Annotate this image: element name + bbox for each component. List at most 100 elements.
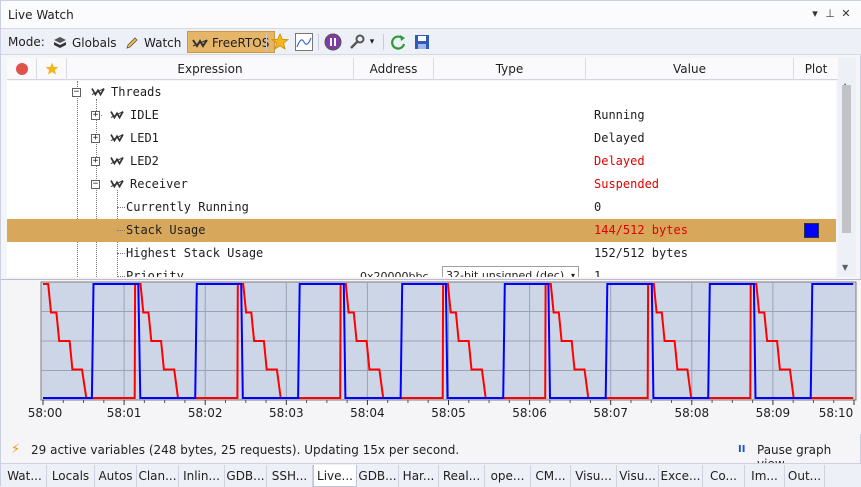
- tab-11[interactable]: ope...: [485, 465, 531, 487]
- tab-17[interactable]: Im...: [745, 465, 785, 487]
- type-select-value: 32-bit unsigned (dec): [446, 269, 565, 277]
- variable-name: Stack Usage: [126, 223, 206, 237]
- type-column-header[interactable]: Type: [434, 58, 586, 80]
- task-name: IDLE: [130, 108, 159, 122]
- tree-line: [117, 253, 125, 254]
- pause-record-icon[interactable]: [323, 32, 343, 52]
- mode-freertos-button[interactable]: FreeRTOS: [187, 31, 276, 53]
- tab-3[interactable]: Clan...: [137, 465, 179, 487]
- pin-icon[interactable]: ⊥: [823, 6, 837, 22]
- mode-label: Mode:: [8, 35, 45, 49]
- tab-2[interactable]: Autos: [95, 465, 137, 487]
- freertos-icon: [91, 88, 105, 97]
- tree-row-highest-stack-usage[interactable]: Highest Stack Usage 152/512 bytes: [7, 242, 836, 265]
- globals-icon: [54, 37, 66, 48]
- collapse-receiver-icon[interactable]: −: [91, 180, 100, 189]
- breakpoint-column-header[interactable]: [7, 58, 37, 80]
- tab-10[interactable]: Real...: [439, 465, 485, 487]
- task-state: Delayed: [594, 131, 645, 145]
- mode-freertos-label: FreeRTOS: [212, 36, 270, 50]
- tree-scrollbar[interactable]: ▲ ▼: [838, 58, 856, 277]
- tab-13[interactable]: Visu...: [571, 465, 617, 487]
- column-header-row: Expression Address Type Value Plot: [7, 58, 856, 80]
- favorite-column-header[interactable]: [37, 58, 67, 80]
- variable-address: 0x20000bbc: [360, 270, 429, 277]
- variable-name: Currently Running: [126, 200, 249, 214]
- chevron-down-icon[interactable]: ▾: [367, 32, 377, 52]
- live-graph-svg: 58:00 58:01 58:02 58:03 58:04 58:05 58:06 58:07…: [28, 281, 857, 420]
- tab-7[interactable]: Live...: [313, 465, 357, 487]
- toolbar-separator: [383, 34, 384, 50]
- expression-column-header[interactable]: Expression: [67, 58, 354, 80]
- save-icon[interactable]: [412, 32, 432, 52]
- x-tick-label: 58:01: [107, 406, 142, 420]
- x-tick-label: 58:06: [512, 406, 547, 420]
- tab-15[interactable]: Exce...: [659, 465, 703, 487]
- value-column-header[interactable]: Value: [586, 58, 794, 80]
- expand-idle-icon[interactable]: +: [91, 111, 100, 120]
- tab-0[interactable]: Wat...: [3, 465, 47, 487]
- freertos-icon: [110, 111, 124, 120]
- x-tick-label: 58:00: [28, 406, 63, 420]
- tree-row-led2[interactable]: + LED2 Delayed: [7, 150, 836, 173]
- scroll-down-icon[interactable]: ▼: [842, 263, 848, 272]
- tree-line: [117, 276, 125, 277]
- expand-led1-icon[interactable]: +: [91, 134, 100, 143]
- tab-6[interactable]: SSH...: [267, 465, 313, 487]
- freertos-icon: [110, 134, 124, 143]
- tree-row-currently-running[interactable]: Currently Running 0: [7, 196, 836, 219]
- tab-16[interactable]: Co...: [703, 465, 745, 487]
- tree-row-priority[interactable]: Priority 0x20000bbc 32-bit unsigned (dec…: [7, 265, 836, 277]
- tab-18[interactable]: Out...: [785, 465, 825, 487]
- x-tick-label: 58:07: [593, 406, 628, 420]
- plot-color-swatch[interactable]: [804, 223, 819, 238]
- tree-row-threads[interactable]: − Threads: [7, 81, 836, 104]
- lightning-icon: ⚡: [11, 442, 21, 457]
- watch-tree: − Threads + IDLE Running + LED1 Delayed …: [7, 81, 836, 277]
- tab-4[interactable]: Inlin...: [179, 465, 225, 487]
- mode-watch-button[interactable]: Watch: [119, 31, 187, 53]
- task-name: LED1: [130, 131, 159, 145]
- star-icon[interactable]: [270, 32, 290, 52]
- mode-globals-label: Globals: [72, 36, 117, 50]
- window-menu-dropdown-icon[interactable]: ▾: [808, 6, 822, 22]
- live-graph[interactable]: 58:00 58:01 58:02 58:03 58:04 58:05 58:06 58:07…: [1, 279, 861, 434]
- expand-led2-icon[interactable]: +: [91, 157, 100, 166]
- refresh-icon[interactable]: [388, 32, 408, 52]
- x-tick-label: 58:05: [431, 406, 466, 420]
- wrench-icon[interactable]: [347, 32, 367, 52]
- bottom-tab-bar: Wat... Locals Autos Clan... Inlin... GDB... SS…: [1, 463, 861, 487]
- x-tick-label: 58:03: [269, 406, 304, 420]
- x-tick-label: 58:09: [756, 406, 791, 420]
- tree-row-receiver[interactable]: − Receiver Suspended: [7, 173, 836, 196]
- tab-8[interactable]: GDB...: [357, 465, 399, 487]
- chevron-down-icon: ▾: [570, 271, 575, 277]
- tree-row-idle[interactable]: + IDLE Running: [7, 104, 836, 127]
- tab-9[interactable]: Har...: [399, 465, 439, 487]
- status-bar: ⚡ 29 active variables (248 bytes, 25 req…: [1, 439, 861, 471]
- variable-name: Priority: [126, 269, 184, 277]
- plot-column-header[interactable]: Plot: [794, 58, 838, 80]
- collapse-threads-icon[interactable]: −: [72, 88, 81, 97]
- tab-14[interactable]: Visu...: [617, 465, 659, 487]
- red-dot-icon: [15, 63, 28, 75]
- close-icon[interactable]: ✕: [839, 6, 853, 22]
- x-tick-label: 58:04: [350, 406, 385, 420]
- mode-globals-button[interactable]: Globals: [47, 31, 123, 53]
- tab-5[interactable]: GDB...: [225, 465, 267, 487]
- toolbar-separator: [318, 34, 319, 50]
- tab-12[interactable]: CM...: [531, 465, 571, 487]
- address-column-header[interactable]: Address: [354, 58, 434, 80]
- chart-icon[interactable]: [294, 32, 314, 52]
- variable-value: 0: [594, 200, 602, 214]
- tree-row-led1[interactable]: + LED1 Delayed: [7, 127, 836, 150]
- toolbar-separator: [266, 34, 267, 50]
- tab-1[interactable]: Locals: [47, 465, 95, 487]
- task-name: LED2: [130, 154, 159, 168]
- freertos-icon: [192, 39, 208, 48]
- task-state: Running: [594, 108, 645, 122]
- window-title: Live Watch: [8, 8, 74, 22]
- tree-row-stack-usage[interactable]: Stack Usage 144/512 bytes: [7, 219, 836, 242]
- type-select[interactable]: 32-bit unsigned (dec) ▾: [442, 266, 579, 277]
- scrollbar-thumb[interactable]: [842, 85, 851, 233]
